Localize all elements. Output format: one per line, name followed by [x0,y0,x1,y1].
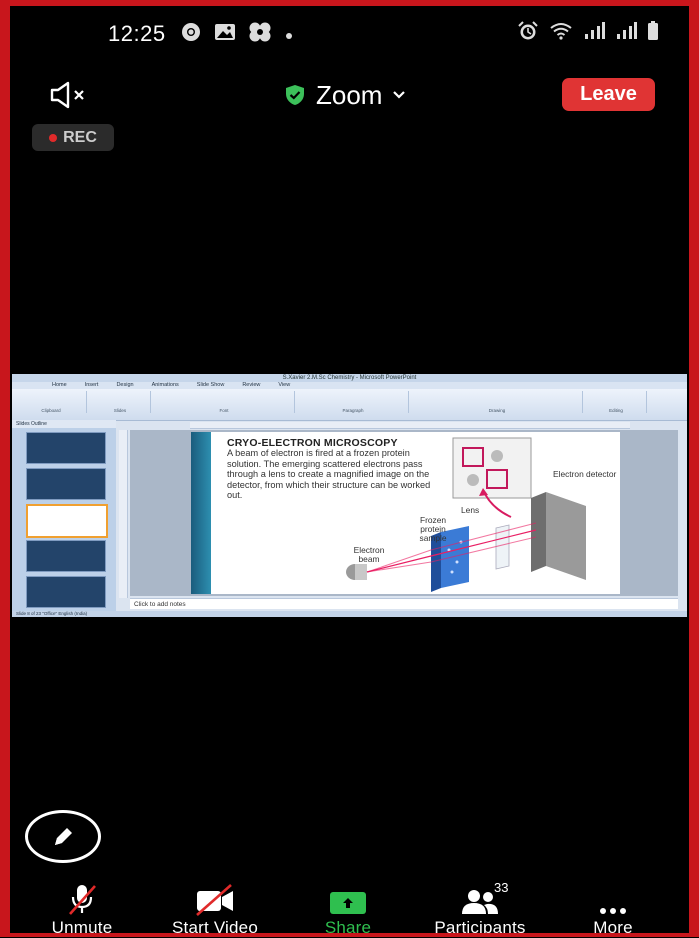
ppt-ribbon: Clipboard Slides Font Paragraph Drawing … [12,389,687,421]
ribbon-group: Clipboard [16,391,87,413]
status-time: 12:25 [108,21,166,46]
video-camera-off-icon [196,884,233,916]
more-label: More [593,918,633,937]
unmute-button[interactable]: Unmute [22,880,142,938]
game-icon [248,21,272,49]
unmute-label: Unmute [51,918,113,937]
ppt-tab: Home [52,382,67,388]
ribbon-group: Drawing [412,391,583,413]
meeting-title-dropdown[interactable]: Zoom [284,76,406,114]
vertical-ruler [119,430,128,598]
horizontal-ruler [190,422,630,429]
slide-thumbnail-selected [26,504,108,538]
slide-canvas: CRYO-ELECTRON MICROSCOPY A beam of elect… [130,430,678,596]
shield-check-icon [286,85,304,105]
slide-thumbnail [26,576,106,608]
ppt-status-bar: Slide 8 of 23 "Office" English (India) [12,611,687,617]
label-lens: Lens [461,505,480,515]
ppt-tab: Insert [84,382,99,388]
dot-icon [284,24,294,47]
annotate-button[interactable] [25,810,101,863]
meeting-toolbar: Unmute Start Video Share 33 Participants… [0,880,699,937]
slide-thumbnail [26,540,106,572]
alarm-icon [517,20,539,47]
participants-count: 33 [494,880,509,895]
slide: CRYO-ELECTRON MICROSCOPY A beam of elect… [191,432,620,594]
signal-icon [583,22,605,45]
slide-thumbnail [26,432,106,464]
label-electron-detector: Electron detector [553,469,617,479]
ribbon-group: Editing [586,391,647,413]
share-screen-icon [330,892,366,914]
ribbon-group-label: Paragraph [342,408,364,413]
notes-placeholder: Click to add notes [130,598,678,609]
chevron-down-icon [393,91,406,99]
leave-button[interactable]: Leave [562,78,655,111]
ribbon-group: Slides [90,391,151,413]
chrome-icon [180,21,202,49]
meeting-title: Zoom [316,79,383,110]
record-dot-icon [49,133,58,142]
ppt-ribbon-tabs: Home Insert Design Animations Slide Show… [12,382,687,389]
more-button[interactable]: More [553,880,673,938]
share-label: Share [324,918,372,937]
ribbon-group-label: Drawing [488,408,506,413]
start-video-button[interactable]: Start Video [155,880,275,938]
slide-thumbnail-pane: Slides Outline [12,420,116,611]
slide-pane-tabs: Slides Outline [12,420,116,428]
recording-badge: REC [32,124,114,151]
wifi-icon [549,21,573,46]
status-icons-left [180,21,294,49]
ppt-window-title: S.Xavier 2.M.Sc Chemistry - Microsoft Po… [12,374,687,382]
battery-icon [647,21,659,46]
pencil-icon [55,827,72,845]
status-bar: 12:25 [0,0,699,70]
ppt-tab: Design [116,382,134,388]
participants-label: Participants [434,918,526,937]
ppt-tab: Slide Show [196,382,225,388]
speaker-mute-button[interactable] [46,78,94,112]
signal-icon [615,22,637,45]
status-icons-right [517,20,659,47]
ppt-tab: Review [242,382,261,388]
ribbon-group: Font [154,391,295,413]
ribbon-group-label: Editing [609,408,623,413]
cryo-em-diagram [346,437,586,592]
speaker-muted-icon [50,81,84,109]
more-dots-icon [600,908,626,914]
shared-screen[interactable]: S.Xavier 2.M.Sc Chemistry - Microsoft Po… [12,374,687,617]
microphone-muted-icon [69,885,96,915]
ribbon-group: Paragraph [298,391,409,413]
share-button[interactable]: Share [288,880,408,938]
label-frozen-protein: Frozen protein sample [419,515,447,543]
label-electron-beam: Electron beam [353,545,385,564]
start-video-label: Start Video [172,918,258,937]
ribbon-group-label: Slides [113,408,127,413]
slide-thumbnail [26,468,106,500]
ppt-tab: Animations [151,382,179,388]
ppt-tab: View [278,382,291,388]
gallery-icon [214,22,236,48]
ppt-body: Slides Outline CRYO-ELECTRON MICROSCOPY … [12,420,687,611]
participants-button[interactable]: 33 Participants [420,880,540,938]
ribbon-group-label: Font [219,408,229,413]
recording-label: REC [63,128,97,146]
ribbon-group-label: Clipboard [41,408,61,413]
